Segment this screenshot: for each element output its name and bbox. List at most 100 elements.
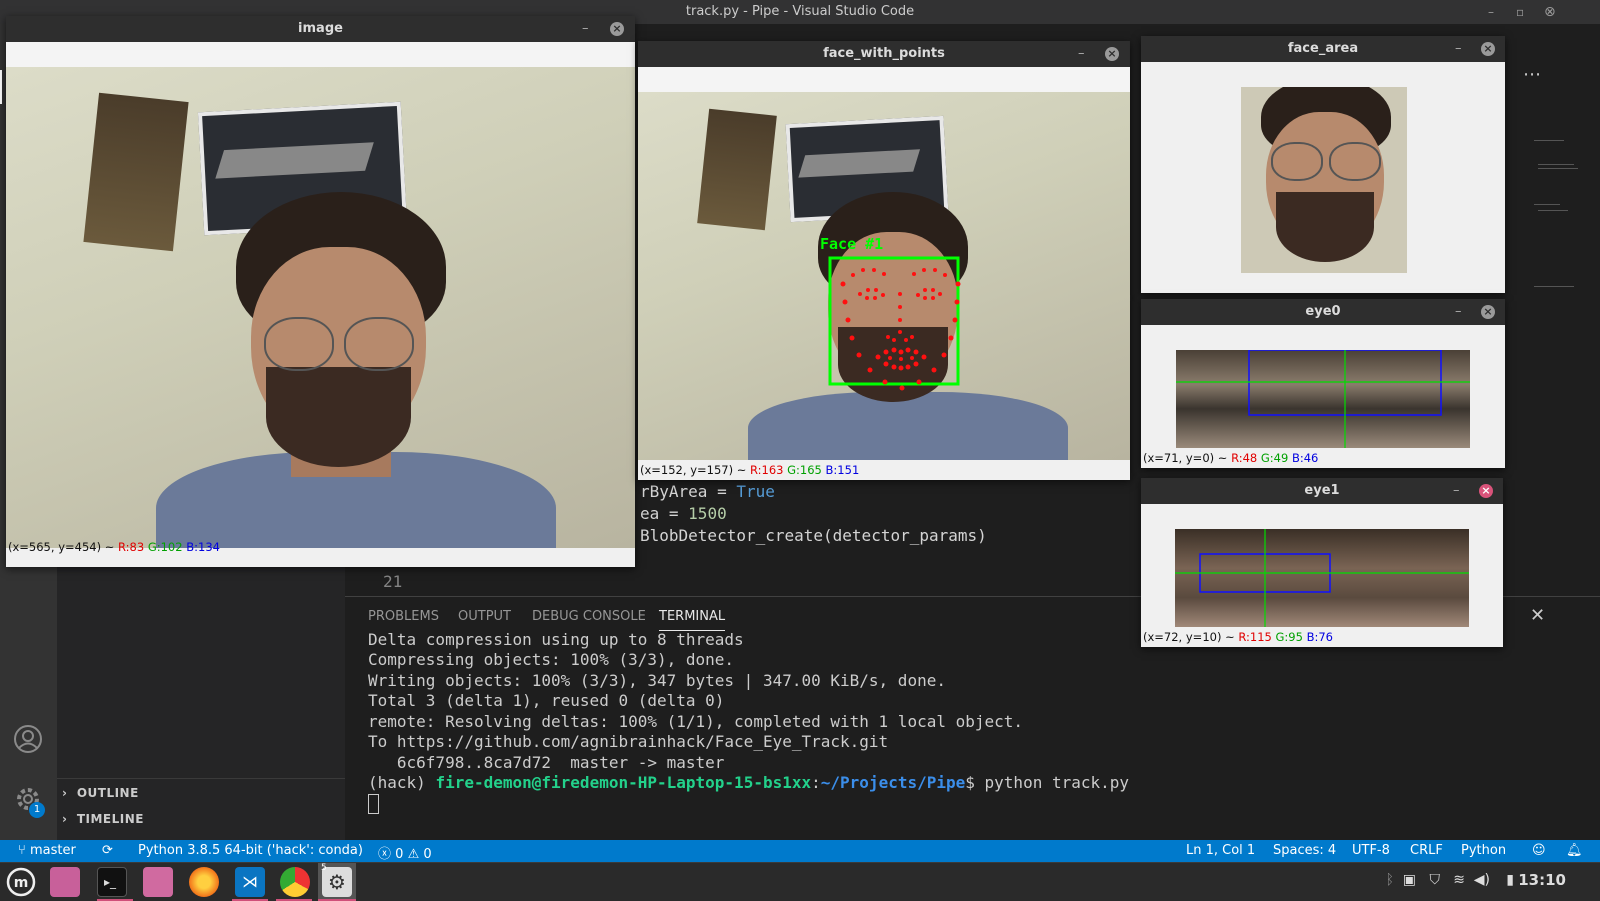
section-label: OUTLINE bbox=[76, 786, 139, 800]
minimize-icon[interactable]: – bbox=[1455, 36, 1462, 62]
close-icon[interactable]: ⊗ bbox=[1544, 0, 1556, 24]
code-line: rByArea = True bbox=[640, 482, 775, 501]
window-title: track.py - Pipe - Visual Studio Code bbox=[685, 4, 915, 19]
window-titlebar[interactable]: image – × bbox=[6, 16, 635, 42]
camera-frame: Face #1 bbox=[638, 92, 1130, 460]
close-icon[interactable]: × bbox=[1479, 484, 1493, 498]
landmark-overlay: Face #1 bbox=[820, 235, 961, 391]
git-branch-icon: ⑂ bbox=[18, 843, 26, 858]
close-icon[interactable]: × bbox=[1481, 42, 1495, 56]
accounts-icon[interactable] bbox=[13, 724, 43, 754]
problems-indicator[interactable]: ⓧ 0 ⚠ 0 bbox=[378, 843, 432, 862]
sidebar-section-outline[interactable]: › OUTLINE bbox=[62, 786, 139, 800]
face-crop bbox=[1241, 87, 1407, 273]
line-number: 21 bbox=[383, 572, 403, 591]
close-panel-icon[interactable]: ✕ bbox=[1530, 605, 1545, 626]
terminal-line: To https://github.com/agnibrainhack/Face… bbox=[368, 732, 889, 751]
close-icon[interactable]: × bbox=[1481, 305, 1495, 319]
indentation[interactable]: Spaces: 4 bbox=[1273, 843, 1336, 858]
window-title: image bbox=[298, 21, 343, 36]
battery-icon[interactable]: ▮ bbox=[1506, 872, 1514, 888]
vscode-icon[interactable]: ⋊ bbox=[235, 867, 265, 897]
window-titlebar[interactable]: eye0 – × bbox=[1141, 299, 1505, 325]
svg-text:m: m bbox=[14, 875, 29, 891]
files-icon[interactable] bbox=[143, 867, 173, 897]
language-mode[interactable]: Python bbox=[1461, 843, 1506, 858]
cv-window-eye1[interactable]: eye1 – × (x=72, y=10) ~ R:115 G:95 B:76 bbox=[1141, 478, 1503, 647]
bluetooth-icon[interactable]: ᛒ bbox=[1386, 872, 1394, 888]
landmark-points bbox=[840, 268, 961, 391]
pixel-status: (x=71, y=0) ~ R:48 G:49 B:46 bbox=[1143, 451, 1319, 465]
clock[interactable]: 13:10 bbox=[1518, 871, 1566, 889]
divider bbox=[57, 778, 345, 779]
tab-problems[interactable]: PROBLEMS bbox=[368, 609, 439, 624]
menu-icon[interactable]: m bbox=[6, 867, 36, 897]
tab-terminal[interactable]: TERMINAL bbox=[659, 609, 726, 631]
minimap[interactable] bbox=[1534, 120, 1594, 320]
settings-badge: 1 bbox=[29, 802, 45, 818]
firefox-icon[interactable] bbox=[189, 867, 219, 897]
terminal-icon[interactable]: ▸_ bbox=[97, 867, 127, 897]
branch-indicator[interactable]: ⑂ master bbox=[18, 843, 76, 858]
error-icon: ⓧ bbox=[378, 847, 392, 862]
window-title: face_area bbox=[1287, 41, 1359, 56]
window-titlebar[interactable]: face_area – × bbox=[1141, 36, 1505, 62]
clipboard-icon[interactable]: ▣ bbox=[1403, 872, 1416, 888]
close-icon[interactable]: × bbox=[610, 22, 624, 36]
cv-window-face-with-points[interactable]: face_with_points – × Face #1 (x=152, y=1… bbox=[638, 41, 1130, 480]
terminal-prompt: (hack) fire-demon@firedemon-HP-Laptop-15… bbox=[368, 773, 1130, 792]
terminal-line: 6c6f798..8ca7d72 master -> master bbox=[368, 753, 725, 772]
python-interpreter[interactable]: Python 3.8.5 64-bit ('hack': conda) bbox=[138, 843, 363, 858]
minimize-icon[interactable]: – bbox=[1078, 41, 1085, 67]
chrome-icon[interactable] bbox=[280, 867, 310, 897]
shield-icon[interactable]: ⛉ bbox=[1430, 872, 1441, 888]
minimize-icon[interactable]: – bbox=[1453, 478, 1460, 504]
minimize-icon[interactable]: – bbox=[1488, 0, 1494, 24]
sidebar-section-timeline[interactable]: › TIMELINE bbox=[62, 812, 144, 826]
sync-icon[interactable]: ⟳ bbox=[102, 843, 113, 858]
more-actions-icon[interactable]: ⋯ bbox=[1523, 64, 1541, 85]
close-icon[interactable]: × bbox=[1105, 47, 1119, 61]
line-ending[interactable]: CRLF bbox=[1410, 843, 1443, 858]
active-indicator bbox=[0, 70, 2, 104]
glasses-left bbox=[264, 317, 334, 371]
encoding[interactable]: UTF-8 bbox=[1352, 843, 1390, 858]
window-count-badge: 5 bbox=[321, 863, 327, 873]
folder-icon[interactable] bbox=[50, 867, 80, 897]
cursor-position[interactable]: Ln 1, Col 1 bbox=[1186, 843, 1255, 858]
notifications-bell-icon[interactable]: 🔔︎ bbox=[1566, 843, 1583, 858]
terminal-line: remote: Resolving deltas: 100% (1/1), co… bbox=[368, 712, 1024, 731]
window-titlebar[interactable]: face_with_points – × bbox=[638, 41, 1130, 67]
eye-overlay bbox=[1175, 529, 1469, 627]
beard bbox=[266, 367, 411, 467]
eye-crop bbox=[1176, 350, 1470, 448]
taskbar: m ▸_ ⋊ ⚙ 5 ᛒ ▣ ⛉ ≋ ◀) ▮ 13:10 bbox=[0, 862, 1600, 901]
code-line: ea = 1500 bbox=[640, 504, 727, 523]
window-titlebar[interactable]: eye1 – × bbox=[1141, 478, 1503, 504]
status-bar: ⑂ master ⟳ Python 3.8.5 64-bit ('hack': … bbox=[0, 840, 1600, 862]
tab-output[interactable]: OUTPUT bbox=[458, 609, 511, 624]
code-line: BlobDetector_create(detector_params) bbox=[640, 526, 987, 545]
cv-window-face-area[interactable]: face_area – × bbox=[1141, 36, 1505, 293]
volume-icon[interactable]: ◀) bbox=[1474, 872, 1490, 888]
terminal-cursor[interactable] bbox=[368, 794, 379, 814]
terminal-line: Total 3 (delta 1), reused 0 (delta 0) bbox=[368, 691, 725, 710]
window-title: eye0 bbox=[1305, 304, 1341, 319]
maximize-icon[interactable]: ▫ bbox=[1516, 0, 1524, 24]
minimize-icon[interactable]: – bbox=[582, 16, 589, 42]
cv-window-image[interactable]: image – × (x=565, y=454) ~ R:83 G:102 B:… bbox=[6, 16, 635, 567]
warning-icon: ⚠ bbox=[407, 847, 420, 862]
chevron-right-icon: › bbox=[62, 786, 68, 800]
feedback-icon[interactable]: ☺ bbox=[1532, 843, 1546, 858]
chevron-right-icon: › bbox=[62, 812, 68, 826]
tab-debug-console[interactable]: DEBUG CONSOLE bbox=[532, 609, 646, 624]
glasses-right bbox=[344, 317, 414, 371]
face-label: Face #1 bbox=[820, 235, 883, 253]
minimize-icon[interactable]: – bbox=[1455, 299, 1462, 325]
pixel-status: (x=565, y=454) ~ R:83 G:102 B:134 bbox=[8, 540, 220, 554]
cv-window-eye0[interactable]: eye0 – × (x=71, y=0) ~ R:48 G:49 B:46 bbox=[1141, 299, 1505, 468]
terminal-line: Compressing objects: 100% (3/3), done. bbox=[368, 650, 735, 669]
camera-frame bbox=[6, 67, 635, 548]
window-title: face_with_points bbox=[823, 46, 945, 61]
wifi-icon[interactable]: ≋ bbox=[1453, 872, 1465, 888]
